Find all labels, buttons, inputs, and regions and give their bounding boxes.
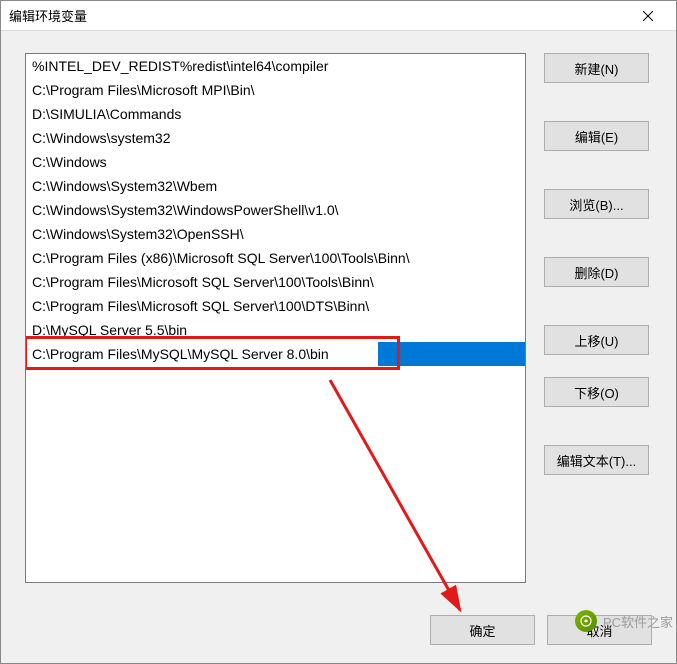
new-button[interactable]: 新建(N) [544, 53, 649, 83]
list-item[interactable]: C:\Program Files\Microsoft SQL Server\10… [26, 270, 525, 294]
list-item[interactable]: C:\Windows\System32\Wbem [26, 174, 525, 198]
close-button[interactable] [628, 2, 668, 30]
list-item[interactable]: C:\Windows [26, 150, 525, 174]
list-item[interactable]: D:\SIMULIA\Commands [26, 102, 525, 126]
list-item[interactable]: C:\Program Files (x86)\Microsoft SQL Ser… [26, 246, 525, 270]
path-edit-input[interactable] [26, 342, 378, 366]
move-up-button[interactable]: 上移(U) [544, 325, 649, 355]
button-panel: 新建(N) 编辑(E) 浏览(B)... 删除(D) 上移(U) 下移(O) 编… [544, 53, 649, 591]
list-item[interactable]: %INTEL_DEV_REDIST%redist\intel64\compile… [26, 54, 525, 78]
path-listbox[interactable]: %INTEL_DEV_REDIST%redist\intel64\compile… [25, 53, 526, 583]
edit-button[interactable]: 编辑(E) [544, 121, 649, 151]
list-item[interactable] [26, 342, 525, 366]
dialog-window: 编辑环境变量 %INTEL_DEV_REDIST%redist\intel64\… [0, 0, 677, 664]
ok-button[interactable]: 确定 [430, 615, 535, 645]
close-icon [643, 11, 653, 21]
list-item[interactable]: C:\Program Files\Microsoft SQL Server\10… [26, 294, 525, 318]
edit-text-button[interactable]: 编辑文本(T)... [544, 445, 649, 475]
watermark-logo-icon [575, 610, 597, 632]
list-item[interactable]: C:\Windows\system32 [26, 126, 525, 150]
content-area: %INTEL_DEV_REDIST%redist\intel64\compile… [1, 31, 676, 605]
list-item[interactable]: C:\Windows\System32\OpenSSH\ [26, 222, 525, 246]
watermark: PC软件之家 [575, 610, 673, 632]
move-down-button[interactable]: 下移(O) [544, 377, 649, 407]
window-title: 编辑环境变量 [9, 6, 87, 25]
list-item[interactable]: D:\MySQL Server 5.5\bin [26, 318, 525, 342]
list-item[interactable]: C:\Windows\System32\WindowsPowerShell\v1… [26, 198, 525, 222]
list-item[interactable]: C:\Program Files\Microsoft MPI\Bin\ [26, 78, 525, 102]
watermark-text: PC软件之家 [603, 612, 673, 631]
browse-button[interactable]: 浏览(B)... [544, 189, 649, 219]
titlebar: 编辑环境变量 [1, 1, 676, 31]
delete-button[interactable]: 删除(D) [544, 257, 649, 287]
